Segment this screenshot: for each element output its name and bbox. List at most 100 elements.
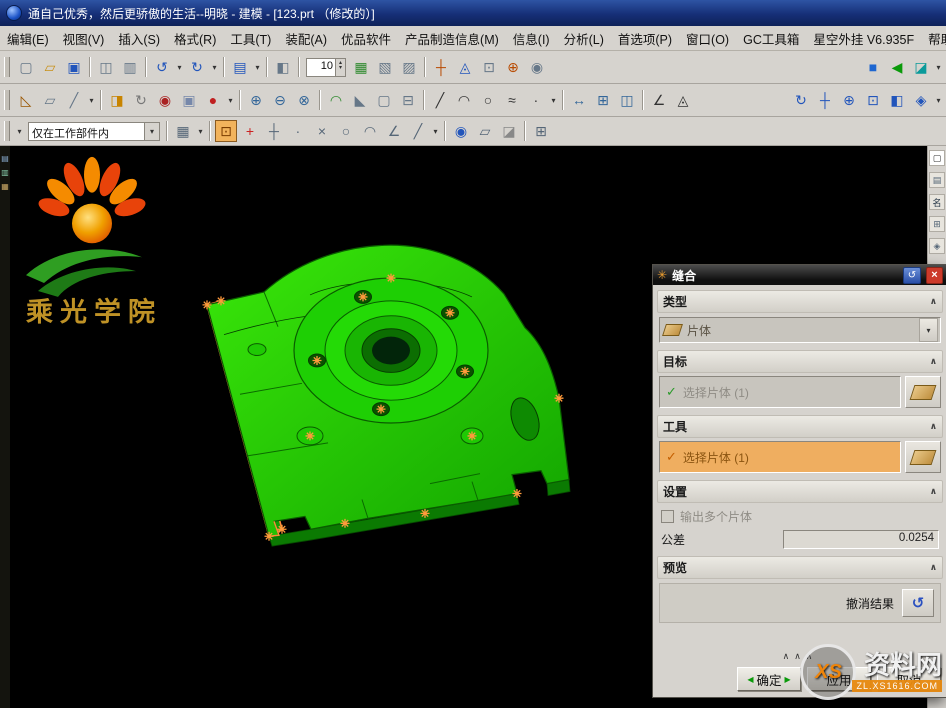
sketch-icon[interactable]: ◺ [15,89,37,111]
tolerance-input[interactable]: 0.0254 [783,530,939,549]
rotate-view-icon[interactable]: ↻ [790,89,812,111]
trim-body-icon[interactable]: ⊟ [397,89,419,111]
toolbar-grip[interactable] [4,57,10,77]
snap-angle-icon[interactable]: ∠ [383,120,405,142]
analysis-icon[interactable]: ◬ [672,89,694,111]
resource-bar-tab-1-icon[interactable]: ▤ [1,154,10,163]
wcs-orient-icon[interactable]: ⊕ [502,56,524,78]
pmi-blue-icon[interactable]: ■ [862,56,884,78]
menu-item-0[interactable]: 编辑(E) [0,26,56,51]
section-header-preview[interactable]: 预览 ∧ [657,556,943,579]
redo-icon[interactable]: ↻ [186,56,208,78]
layer-visible-icon[interactable]: ▧ [374,56,396,78]
toolbar-grip[interactable] [4,90,10,110]
menu-item-5[interactable]: 装配(A) [278,26,334,51]
fit-view-icon[interactable]: ⊡ [862,89,884,111]
save-icon[interactable]: ▣ [63,56,85,78]
resource-bar-tab-3-icon[interactable]: ▦ [1,182,10,191]
chamfer-icon[interactable]: ◣ [349,89,371,111]
expand-tree-tab-icon[interactable]: ⊞ [929,216,945,232]
snap-dropdown[interactable]: ▾ [430,120,441,142]
history-book-icon[interactable]: ▤ [229,56,251,78]
history-dropdown[interactable]: ▾ [252,56,263,78]
shaded-view-icon[interactable]: ◧ [886,89,908,111]
datum-axis-icon[interactable]: ╱ [63,89,85,111]
menu-item-11[interactable]: 窗口(O) [679,26,736,51]
toolbar-grip[interactable] [4,121,10,141]
subtract-icon[interactable]: ⊖ [269,89,291,111]
shell-icon[interactable]: ▢ [373,89,395,111]
view-cube-dropdown[interactable]: ▾ [933,56,944,78]
dialog-close-icon[interactable]: × [926,267,943,284]
restore-window-icon-icon[interactable]: ▢ [929,150,945,166]
pan-view-icon[interactable]: ┼ [814,89,836,111]
type-dropdown-icon[interactable]: ▾ [919,318,938,342]
open-folder-icon[interactable]: ▱ [39,56,61,78]
plane-tool-icon[interactable]: ▱ [474,120,496,142]
dialog-titlebar[interactable]: ✳ 缝合 ↺ × [653,265,946,285]
output-multiple-sheets-checkbox[interactable]: 输出多个片体 [661,508,939,525]
redo-dropdown[interactable]: ▾ [209,56,220,78]
selection-scope-combo[interactable]: 仅在工作部件内▾ [28,122,160,141]
menu-item-6[interactable]: 优品软件 [334,26,398,51]
line-icon[interactable]: ╱ [429,89,451,111]
copy-icon[interactable]: ◫ [95,56,117,78]
menu-item-9[interactable]: 分析(L) [557,26,611,51]
section-header-tool[interactable]: 工具 ∧ [657,415,943,438]
part-model[interactable] [207,245,570,546]
snap-quadrant-icon[interactable]: ◠ [359,120,381,142]
target-sheet-button[interactable] [905,376,941,408]
paste-icon[interactable]: ▥ [119,56,141,78]
work-layer-input[interactable]: 10▴▾ [306,58,346,77]
layer-category-icon[interactable]: ▨ [398,56,420,78]
menu-item-3[interactable]: 格式(R) [167,26,223,51]
section-header-type[interactable]: 类型 ∧ [657,290,943,313]
orient-view-icon[interactable]: ◬ [454,56,476,78]
spline-icon[interactable]: ≈ [501,89,523,111]
undo-icon[interactable]: ↺ [151,56,173,78]
create-point-icon[interactable]: + [239,120,261,142]
window-titlebar[interactable]: 通自己优秀，然后更骄傲的生活--明晓 - 建模 - [123.prt （修改的）… [0,0,946,26]
type-filter-dropdown[interactable]: ▾ [14,120,25,142]
history-tab-icon[interactable]: ◈ [929,238,945,254]
menu-item-1[interactable]: 视图(V) [56,26,112,51]
snap-mid-point-icon[interactable]: ∙ [287,120,309,142]
snap-center-icon[interactable]: ○ [335,120,357,142]
hole-icon[interactable]: ◉ [154,89,176,111]
snap-end-point-icon[interactable]: ┼ [263,120,285,142]
select-dropdown[interactable]: ▾ [195,120,206,142]
menu-item-14[interactable]: 帮助(H) [921,26,946,51]
move-object-icon[interactable]: ↔ [568,89,590,111]
undo-result-button[interactable]: ↺ [902,589,934,617]
name-column-tab-icon[interactable]: 名 [929,194,945,210]
revolve-icon[interactable]: ↻ [130,89,152,111]
datum-dropdown[interactable]: ▾ [86,89,97,111]
window-cascade-icon[interactable]: ◧ [272,56,294,78]
assembly-cube-icon[interactable]: ◪ [498,120,520,142]
menu-item-13[interactable]: 星空外挂 V6.935F [806,26,921,51]
select-general-icon[interactable]: ▦ [172,120,194,142]
sphere-icon[interactable]: ● [202,89,224,111]
block-icon[interactable]: ▣ [178,89,200,111]
menu-item-4[interactable]: 工具(T) [223,26,278,51]
intersect-icon[interactable]: ⊗ [293,89,315,111]
view-dropdown[interactable]: ▾ [933,89,944,111]
circle-icon[interactable]: ○ [477,89,499,111]
menu-item-8[interactable]: 信息(I) [506,26,557,51]
type-select[interactable]: 片体 ▾ [659,317,941,343]
edge-blend-icon[interactable]: ◠ [325,89,347,111]
pattern-icon[interactable]: ⊞ [592,89,614,111]
datum-csys-icon[interactable]: ┼ [430,56,452,78]
snap-tangent-icon[interactable]: ╱ [407,120,429,142]
section-header-target[interactable]: 目标 ∧ [657,350,943,373]
zoom-view-icon[interactable]: ⊕ [838,89,860,111]
menu-item-12[interactable]: GC工具箱 [736,26,806,51]
extrude-icon[interactable]: ◨ [106,89,128,111]
snap-point-toggle-icon[interactable]: ⊡ [215,120,237,142]
grid-toggle-icon[interactable]: ⊞ [530,120,552,142]
resource-bar-tab-2-icon[interactable]: ▥ [1,168,10,177]
section-header-settings[interactable]: 设置 ∧ [657,480,943,503]
tool-selection-active[interactable]: ✓ 选择片体 (1) [659,441,901,473]
mirror-icon[interactable]: ◫ [616,89,638,111]
ok-button[interactable]: ◀ 确定 ▶ [737,667,801,691]
